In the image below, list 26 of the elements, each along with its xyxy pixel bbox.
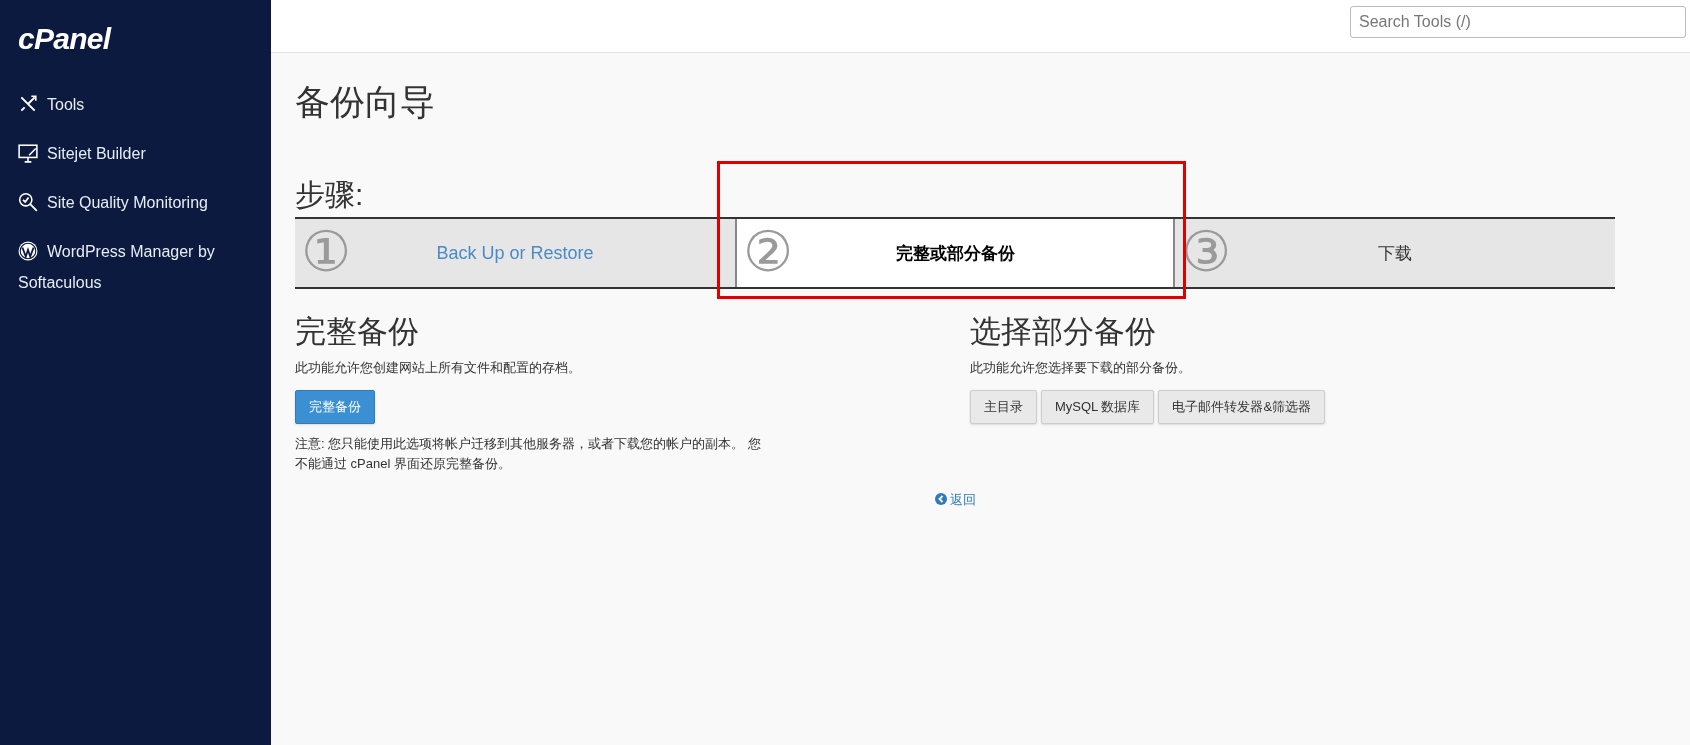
sidebar-item[interactable]: Site Quality Monitoring [0,178,250,227]
partial-backup-button[interactable]: 电子邮件转发器&筛选器 [1158,389,1326,424]
sidebar-item[interactable]: Sitejet Builder [0,129,250,178]
step-tab[interactable]: ② 完整或部分备份 [735,219,1175,288]
note-text: 注意: 您只能使用此选项将帐户迁移到其他服务器，或者下载您的帐户的副本。 您不能通过 cPanel 界面还原完整备份。 [295,434,762,473]
search-field[interactable]: Search Tools (/) [1350,6,1686,38]
step-number: ② [743,219,794,286]
tools-icon [18,94,38,114]
step-tab[interactable]: ③ 下载 [1175,219,1615,288]
partial-backup-button[interactable]: 主目录 [970,389,1037,424]
steps-heading: 步骤: [295,176,364,213]
partial-backup-button[interactable]: MySQL 数据库 [1041,389,1155,424]
magnifier-icon [18,192,38,212]
sidebar-item[interactable]: Tools [0,80,250,129]
wordpress-icon [18,241,38,261]
section-heading: 选择部分备份 [970,313,1156,352]
step-number: ③ [1181,219,1232,286]
sidebar-item[interactable]: WordPress Manager by Softaculous [0,227,250,307]
description-text: 此功能允许您选择要下载的部分备份。 [970,359,1191,377]
description-text: 此功能允许您创建网站上所有文件和配置的存档。 [295,359,581,377]
step-number: ① [301,219,352,286]
back-link[interactable]: 返回 [934,489,976,509]
section-heading: 完整备份 [295,313,419,352]
monitor-icon [18,143,38,163]
page-title: 备份向导 [295,81,435,123]
cpanel-logo[interactable]: cPanel [18,24,111,54]
